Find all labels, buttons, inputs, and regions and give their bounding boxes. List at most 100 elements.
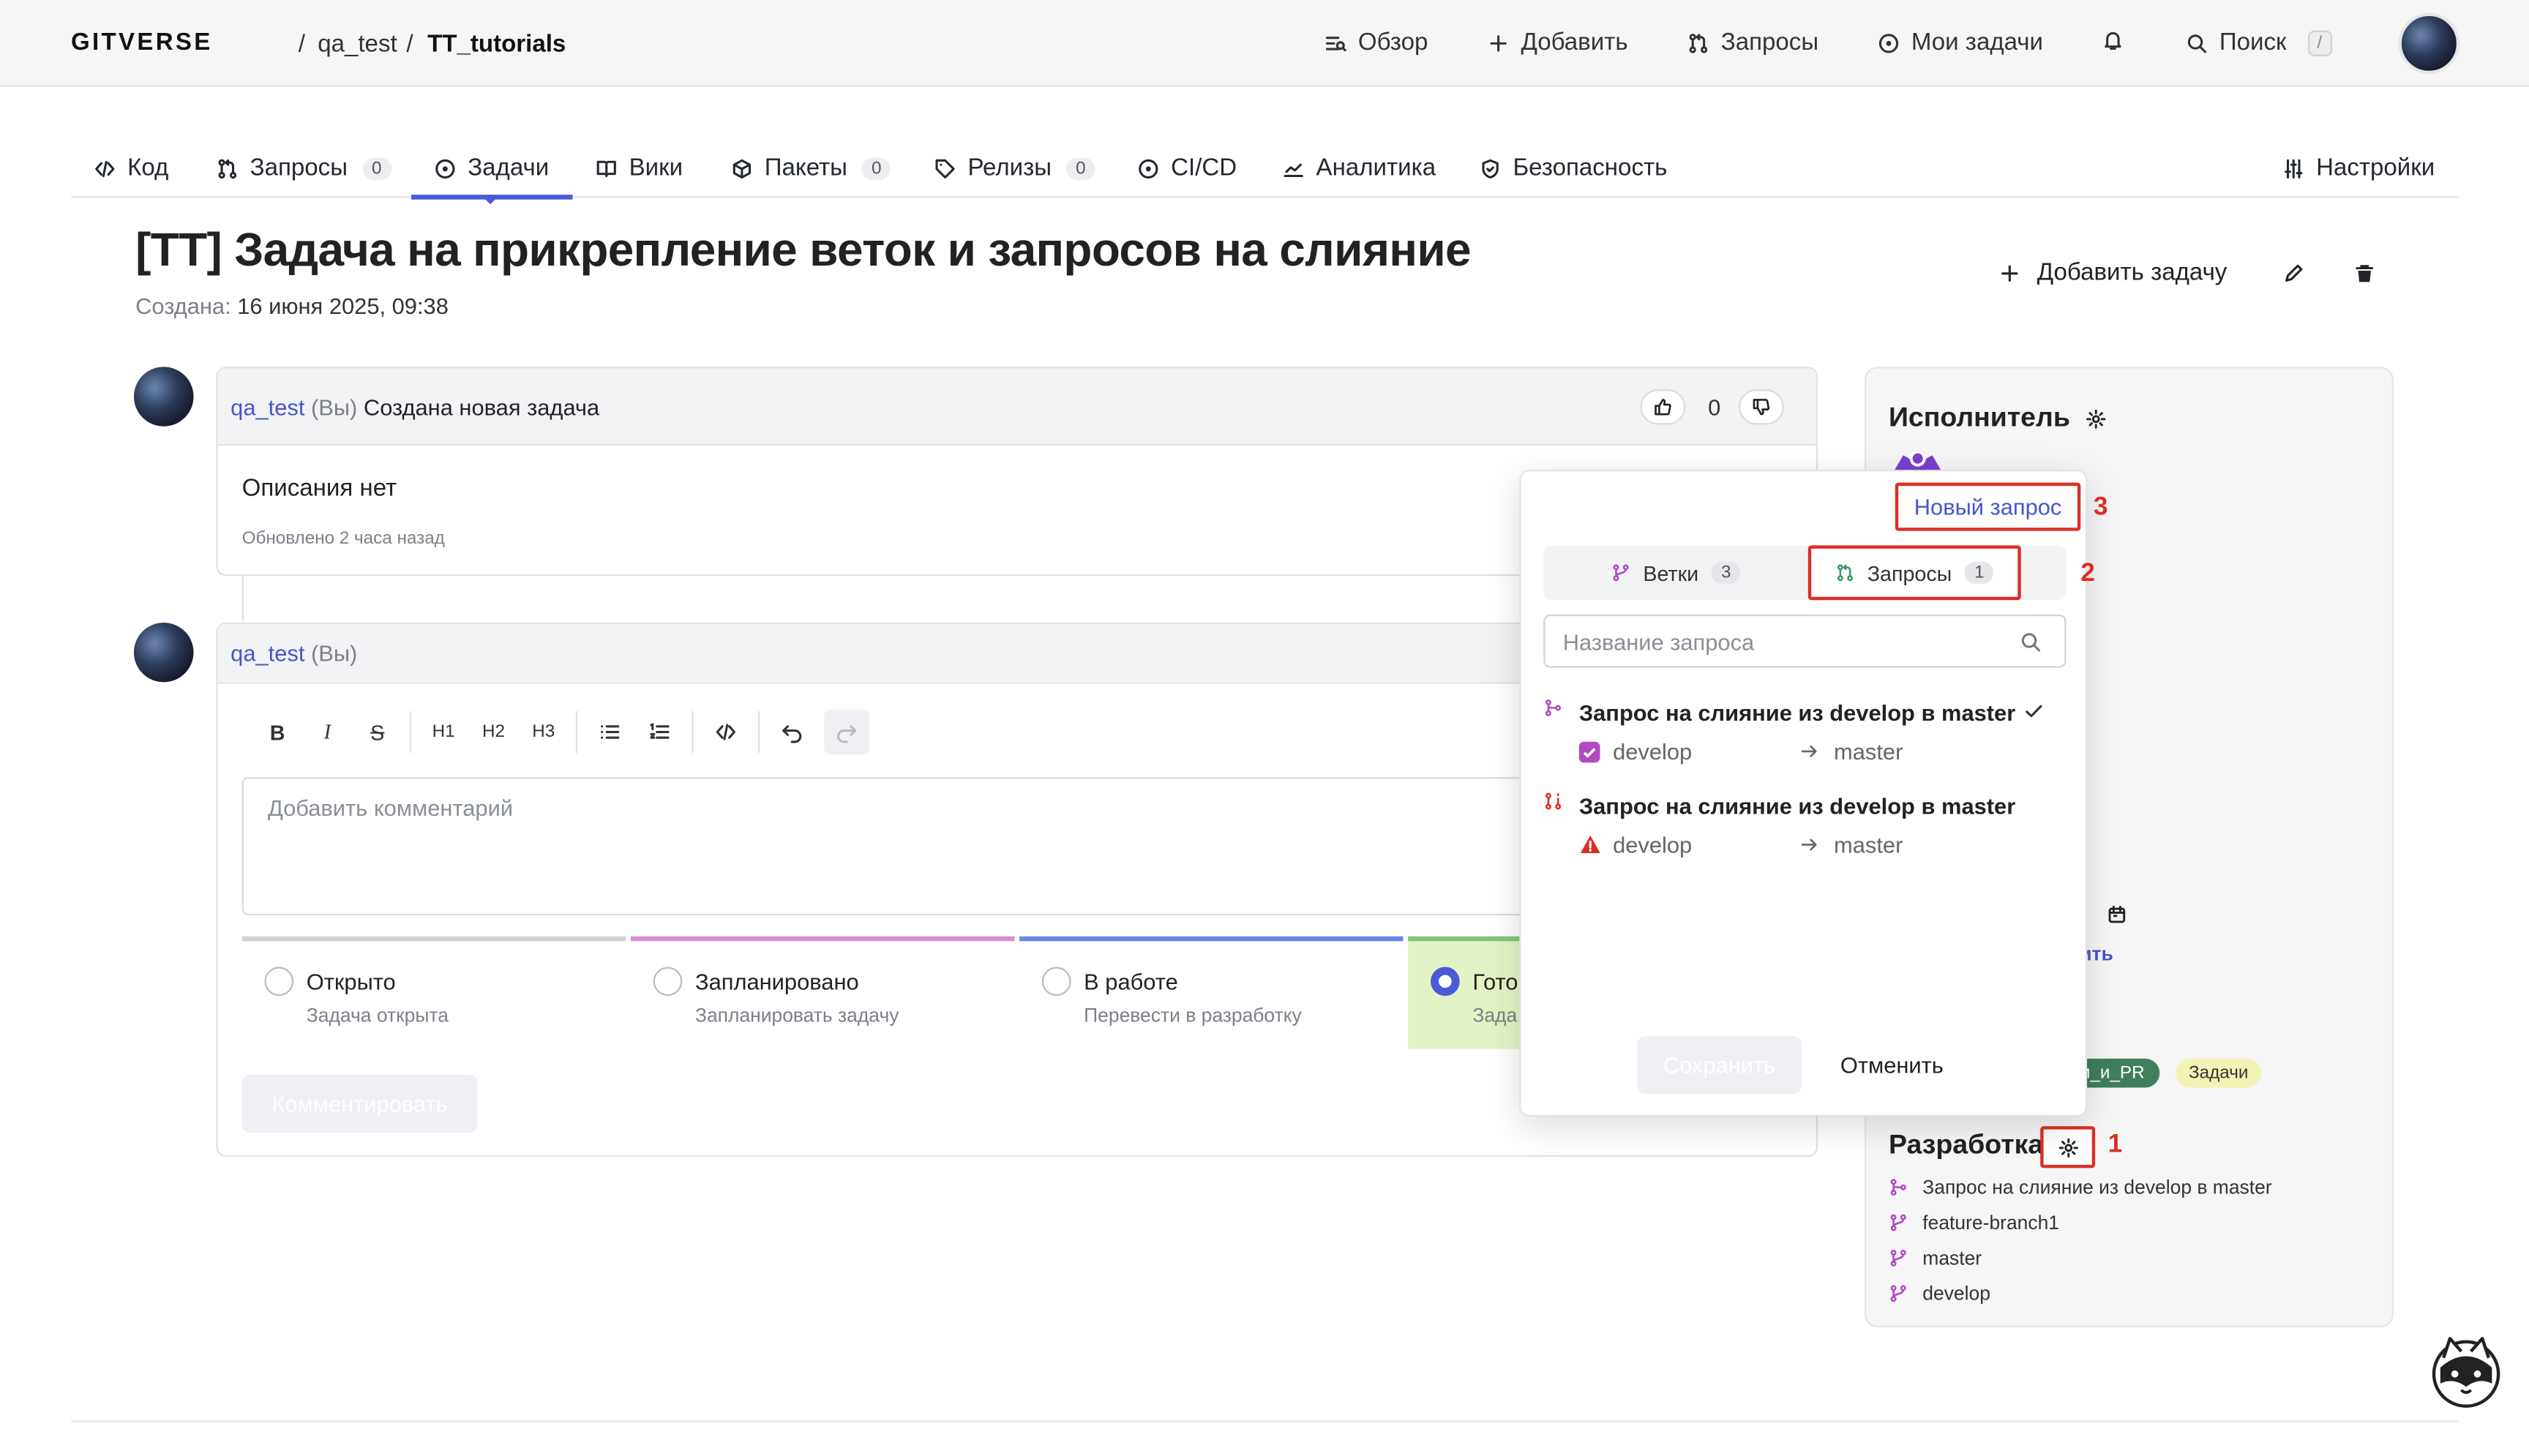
development-title: Разработка (1889, 1129, 2044, 1160)
status-open[interactable]: Открыто Задача открыта (241, 936, 626, 1049)
tab-packages[interactable]: Пакеты 0 (730, 154, 891, 181)
numbered-list-button[interactable] (642, 714, 677, 749)
heading2-button[interactable]: H2 (476, 714, 511, 749)
tab-issues[interactable]: Задачи (434, 154, 549, 181)
development-settings-button[interactable] (2040, 1126, 2096, 1168)
status-done[interactable]: Гото Зада (1408, 936, 1537, 1049)
dev-item-label: feature-branch1 (1922, 1211, 2060, 1234)
toolbar-separator (409, 710, 412, 754)
like-button[interactable] (1640, 389, 1686, 425)
add-task-button[interactable]: Добавить задачу (1998, 259, 2227, 286)
dev-item-branch[interactable]: master (1889, 1247, 1982, 1269)
tab-packages-count: 0 (861, 157, 891, 180)
italic-button[interactable]: I (310, 714, 345, 749)
nav-add[interactable]: Добавить (1487, 29, 1628, 56)
bulleted-list-button[interactable] (592, 714, 627, 749)
tab-releases[interactable]: Релизы 0 (934, 154, 1095, 181)
tab-settings[interactable]: Настройки (2282, 154, 2435, 181)
created-value: 16 июня 2025, 09:38 (237, 293, 449, 319)
edit-issue-button[interactable] (2282, 262, 2305, 285)
assignee-title: Исполнитель (1889, 402, 2070, 433)
dislike-button[interactable] (1739, 389, 1784, 425)
comment-author-avatar[interactable] (133, 367, 194, 427)
tab-analytics[interactable]: Аналитика (1282, 154, 1436, 181)
redo-button[interactable] (824, 709, 870, 755)
heading1-button[interactable]: H1 (426, 714, 461, 749)
issue-icon (1878, 31, 1900, 54)
tab-code[interactable]: Код (94, 154, 169, 182)
dev-item-label: develop (1922, 1282, 1990, 1305)
nav-requests-label: Запросы (1720, 29, 1819, 56)
label-chip-tasks[interactable]: Задачи (2176, 1058, 2262, 1088)
editor-author[interactable]: qa_test (231, 640, 304, 666)
dev-item-branch[interactable]: develop (1889, 1283, 1990, 1305)
tab-cicd[interactable]: CI/CD (1137, 154, 1237, 181)
bold-button[interactable]: B (260, 714, 295, 749)
timeline-line (241, 576, 244, 625)
heading3-button[interactable]: H3 (526, 714, 561, 749)
help-assistant-button[interactable] (2431, 1335, 2502, 1409)
nav-requests[interactable]: Запросы (1687, 29, 1818, 56)
nav-overview[interactable]: Обзор (1325, 29, 1428, 56)
status-in-progress[interactable]: В работе Перевести в разработку (1019, 936, 1404, 1049)
status-radio[interactable] (1041, 967, 1071, 997)
search-label: Поиск (2219, 29, 2287, 56)
tab-settings-label: Настройки (2316, 154, 2435, 182)
tab-code-label: Код (127, 154, 169, 182)
source-branch: develop (1613, 738, 1693, 765)
undo-button[interactable] (774, 714, 809, 749)
popup-tab-branches[interactable]: Ветки 3 (1543, 545, 1807, 600)
cancel-button[interactable]: Отменить (1818, 1036, 1966, 1094)
sliders-icon (2282, 157, 2305, 179)
gear-icon[interactable] (2086, 408, 2108, 429)
editor-meta: qa_test (Вы) (231, 640, 357, 666)
search-button[interactable]: Поиск / (2186, 29, 2332, 56)
trash-icon (2353, 262, 2376, 285)
thumbs-up-icon (1653, 397, 1672, 416)
request-title: Запрос на слияние из develop в master (1578, 793, 2016, 819)
breadcrumb-owner[interactable]: qa_test (318, 31, 397, 58)
status-radio[interactable] (264, 967, 294, 997)
user-avatar[interactable] (2398, 12, 2460, 75)
comment-author[interactable]: qa_test (231, 394, 304, 420)
status-planned[interactable]: Запланировано Запланировать задачу (630, 936, 1015, 1049)
issue-icon (434, 157, 457, 179)
arrow-right-icon (1800, 835, 1819, 854)
plus-icon (1998, 261, 2021, 284)
breadcrumb-repo[interactable]: TT_tutorials (427, 31, 566, 58)
status-desc: Перевести в разработку (1084, 1004, 1302, 1027)
delete-issue-button[interactable] (2353, 262, 2376, 285)
tab-wiki[interactable]: Вики (595, 154, 683, 181)
nav-my-tasks-label: Мои задачи (1911, 29, 2044, 56)
status-radio-selected[interactable] (1431, 967, 1460, 997)
popup-tab-requests[interactable]: Запросы 1 (1807, 545, 2021, 601)
submit-comment-button[interactable]: Комментировать (241, 1074, 478, 1133)
dev-item-merge-request[interactable]: Запрос на слияние из develop в master (1889, 1176, 2272, 1198)
target-branch: master (1834, 738, 1903, 765)
source-branch: develop (1613, 831, 1693, 858)
status-desc: Задача открыта (306, 1004, 449, 1027)
code-button[interactable] (708, 714, 743, 749)
status-bar (241, 936, 626, 942)
dev-item-branch[interactable]: feature-branch1 (1889, 1212, 2059, 1234)
merge-request-icon (1889, 1178, 1908, 1197)
strikethrough-button[interactable]: S (360, 714, 395, 749)
search-shortcut: / (2307, 29, 2332, 56)
status-radio[interactable] (653, 967, 683, 997)
request-item[interactable]: Запрос на слияние из develop в master de… (1543, 790, 2066, 871)
gitverse-logo[interactable]: GITVERSE (71, 29, 213, 56)
new-request-button[interactable]: Новый запрос (1895, 482, 2081, 531)
nav-my-tasks[interactable]: Мои задачи (1878, 29, 2043, 56)
cat-mascot-icon (2432, 1337, 2500, 1408)
request-item[interactable]: Запрос на слияние из develop в master de… (1543, 697, 2066, 777)
tab-requests[interactable]: Запросы 0 (216, 154, 391, 181)
tab-security[interactable]: Безопасность (1479, 154, 1667, 181)
notifications-button[interactable] (2102, 29, 2124, 52)
editor-author-avatar[interactable] (133, 622, 194, 683)
comment-textarea[interactable]: Добавить комментарий (241, 777, 1581, 916)
status-bar (1019, 936, 1404, 942)
save-button[interactable]: Сохранить (1637, 1036, 1802, 1095)
status-desc: Зада (1472, 1004, 1518, 1027)
warning-status-icon (1579, 833, 1602, 856)
request-search-input[interactable]: Название запроса (1543, 614, 2067, 668)
